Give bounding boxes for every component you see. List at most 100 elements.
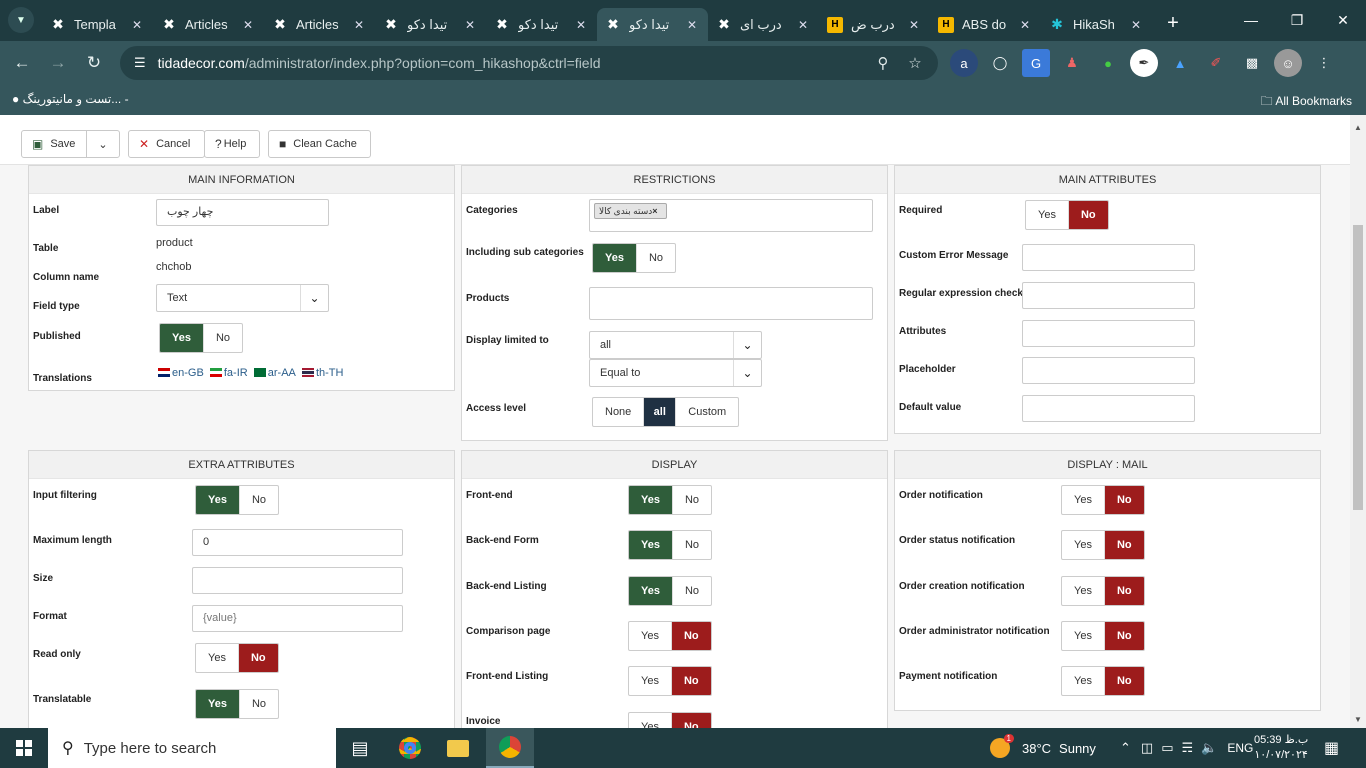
no-option[interactable]: No — [670, 622, 711, 650]
clock[interactable]: 05:39 ب.ظ ۱۰/۰۷/۲۰۲۴ — [1254, 728, 1308, 768]
minimize-icon[interactable]: — — [1228, 0, 1274, 40]
backend-form-toggle[interactable]: Yes No — [628, 530, 713, 560]
access-all-option[interactable]: all — [643, 398, 676, 426]
frontend-listing-toggle[interactable]: Yes No — [628, 666, 712, 696]
save-button[interactable]: ▣ Save — [21, 130, 87, 158]
tab-close-icon[interactable]: ✕ — [1128, 18, 1144, 32]
tab-close-icon[interactable]: ✕ — [462, 18, 478, 32]
payment-notification-toggle[interactable]: Yes No — [1061, 666, 1145, 696]
field-type-select[interactable]: Text ⌄ — [156, 284, 329, 312]
no-option[interactable]: No — [1103, 622, 1144, 650]
attributes-input[interactable] — [1022, 320, 1195, 347]
format-input[interactable]: {value} — [192, 605, 403, 632]
browser-tab[interactable]: ✖ Templa ✕ — [42, 8, 153, 41]
no-option[interactable]: No — [1067, 201, 1108, 229]
taskbar-search-box[interactable]: ⚲ Type here to search — [48, 728, 336, 768]
display-limited-operator-select[interactable]: Equal to ⌄ — [589, 359, 762, 387]
lang-link[interactable]: ar-AA — [268, 367, 296, 379]
chrome-icon[interactable] — [386, 728, 434, 768]
yes-option[interactable]: Yes — [160, 324, 203, 352]
url-input[interactable]: ☰ tidadecor.com/administrator/index.php?… — [120, 46, 938, 80]
battery-icon[interactable]: ▭ — [1161, 740, 1173, 756]
order-notification-toggle[interactable]: Yes No — [1061, 485, 1145, 515]
tab-close-icon[interactable]: ✕ — [906, 18, 922, 32]
tab-close-icon[interactable]: ✕ — [240, 18, 256, 32]
no-option[interactable]: No — [1103, 486, 1144, 514]
invoice-toggle[interactable]: Yes No — [628, 712, 712, 728]
start-button[interactable] — [0, 728, 48, 768]
puzzle-extensions-icon[interactable]: ▩ — [1238, 49, 1266, 77]
file-explorer-icon[interactable] — [434, 728, 482, 768]
subcategories-toggle[interactable]: Yes No — [592, 243, 677, 273]
extension-icon[interactable]: ♟ — [1058, 49, 1086, 77]
products-input[interactable] — [589, 287, 873, 320]
label-input[interactable]: چهار چوب — [156, 199, 329, 226]
no-option[interactable]: No — [1103, 667, 1144, 695]
bookmark-item[interactable]: ● تست و مانیتورینگ... - — [12, 92, 129, 106]
browser-tab[interactable]: ✖ درب ای ✕ — [708, 8, 819, 41]
tab-search-icon[interactable]: ▼ — [8, 7, 34, 33]
save-options-dropdown[interactable]: ⌄ — [86, 130, 120, 158]
order-creation-toggle[interactable]: Yes No — [1061, 576, 1145, 606]
forward-arrow-icon[interactable]: → — [40, 45, 76, 81]
browser-tab[interactable]: ✖ Articles ✕ — [153, 8, 264, 41]
regex-input[interactable] — [1022, 282, 1195, 309]
chrome-active-icon[interactable] — [486, 728, 534, 768]
input-language[interactable]: ENG — [1227, 741, 1253, 755]
site-info-icon[interactable]: ☰ — [134, 55, 146, 71]
extension-icon[interactable]: ▲ — [1166, 49, 1194, 77]
yes-option[interactable]: Yes — [1062, 667, 1104, 695]
read-only-toggle[interactable]: Yes No — [195, 643, 279, 673]
yes-option[interactable]: Yes — [629, 622, 671, 650]
more-menu-icon[interactable]: ⋮ — [1310, 49, 1338, 77]
no-option[interactable]: No — [635, 244, 675, 272]
browser-tab[interactable]: ✖ تیدا دکو ✕ — [375, 8, 486, 41]
yes-option[interactable]: Yes — [593, 244, 636, 272]
extension-icon[interactable]: ● — [1094, 49, 1122, 77]
translatable-toggle[interactable]: Yes No — [195, 689, 280, 719]
categories-input[interactable]: ×دسته بندی کالا — [589, 199, 873, 232]
cancel-button[interactable]: ✕ Cancel — [128, 130, 205, 158]
yes-option[interactable]: Yes — [629, 577, 672, 605]
chevron-up-icon[interactable]: ⌃ — [1120, 740, 1131, 756]
access-level-toggle[interactable]: None all Custom — [592, 397, 740, 427]
yes-option[interactable]: Yes — [1062, 486, 1104, 514]
tab-close-icon[interactable]: ✕ — [573, 18, 589, 32]
tab-close-icon[interactable]: ✕ — [795, 18, 811, 32]
published-toggle[interactable]: Yes No — [159, 323, 244, 353]
lang-link[interactable]: en-GB — [172, 367, 204, 379]
access-none-option[interactable]: None — [593, 398, 643, 426]
tab-close-icon[interactable]: ✕ — [129, 18, 145, 32]
volume-icon[interactable]: 🔈 — [1201, 740, 1217, 756]
browser-tab[interactable]: ✖ Articles ✕ — [264, 8, 375, 41]
display-limited-select[interactable]: all ⌄ — [589, 331, 762, 359]
frontend-toggle[interactable]: Yes No — [628, 485, 713, 515]
no-option[interactable]: No — [1103, 531, 1144, 559]
tab-close-icon[interactable]: ✕ — [351, 18, 367, 32]
yes-option[interactable]: Yes — [629, 713, 671, 728]
browser-tab[interactable]: ✱ HikaSh ✕ — [1041, 8, 1152, 41]
page-scrollbar[interactable]: ▲ ▼ — [1350, 115, 1366, 728]
task-view-icon[interactable]: ▤ — [336, 728, 384, 768]
no-option[interactable]: No — [671, 486, 711, 514]
input-filtering-toggle[interactable]: Yes No — [195, 485, 280, 515]
lang-link[interactable]: fa-IR — [224, 367, 248, 379]
browser-tab-active[interactable]: ✖ تیدا دکو ✕ — [597, 8, 708, 41]
yes-option[interactable]: Yes — [1026, 201, 1068, 229]
restore-icon[interactable]: ❐ — [1274, 0, 1320, 40]
comparison-toggle[interactable]: Yes No — [628, 621, 712, 651]
browser-tab[interactable]: H ABS do ✕ — [930, 8, 1041, 41]
close-window-icon[interactable]: ✕ — [1320, 0, 1366, 40]
lang-link[interactable]: th-TH — [316, 367, 344, 379]
extension-icon[interactable]: a — [950, 49, 978, 77]
yes-option[interactable]: Yes — [1062, 622, 1104, 650]
no-option[interactable]: No — [202, 324, 242, 352]
clean-cache-button[interactable]: ■ Clean Cache — [268, 130, 371, 158]
no-option[interactable]: No — [670, 713, 711, 728]
no-option[interactable]: No — [238, 486, 278, 514]
scrollbar-thumb[interactable] — [1353, 225, 1363, 510]
remove-tag-icon[interactable]: × — [652, 206, 657, 216]
new-tab-plus-icon[interactable]: + — [1158, 8, 1188, 38]
browser-tab[interactable]: ✖ تیدا دکو ✕ — [486, 8, 597, 41]
yes-option[interactable]: Yes — [629, 486, 672, 514]
